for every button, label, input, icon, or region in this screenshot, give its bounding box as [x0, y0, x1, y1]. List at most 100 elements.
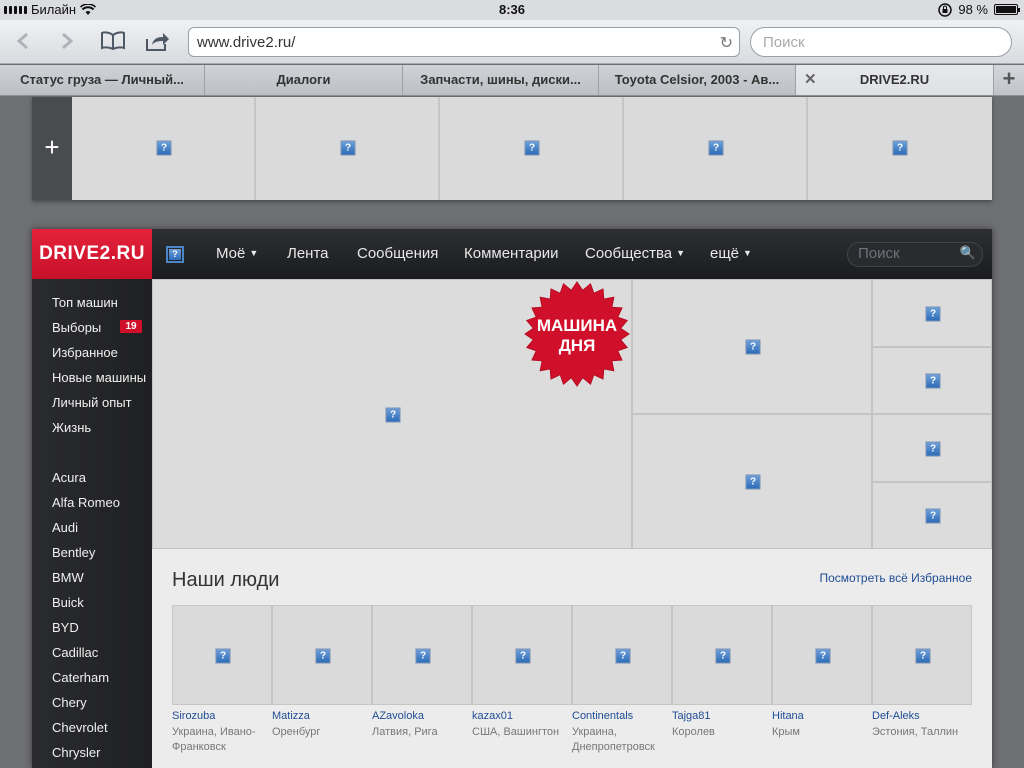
- broken-image-icon: ?: [925, 306, 941, 322]
- sidebar-item-favorites[interactable]: Избранное: [52, 345, 118, 360]
- nav-communities[interactable]: Сообщества ▼: [585, 245, 685, 262]
- back-button[interactable]: [8, 28, 38, 54]
- person-photo[interactable]: ?: [272, 605, 372, 705]
- person-location: Крым: [772, 726, 800, 738]
- forward-button[interactable]: [52, 28, 82, 54]
- sidebar-item-experience[interactable]: Личный опыт: [52, 395, 132, 410]
- banner-thumb[interactable]: ?: [256, 97, 440, 200]
- broken-image-icon: ?: [915, 648, 931, 664]
- site-search-input[interactable]: Поиск 🔍: [847, 242, 983, 267]
- person-name[interactable]: Tajga81: [672, 710, 711, 722]
- tab-label: Статус груза — Личный...: [20, 72, 184, 87]
- browser-toolbar: www.drive2.ru/ ↻ Поиск: [0, 20, 1024, 64]
- banner-thumb[interactable]: ?: [72, 97, 256, 200]
- site-page: DRIVE2.RU ? Моё ▼ Лента Сообщения Коммент…: [32, 229, 992, 768]
- tab-cargo-status[interactable]: Статус груза — Личный...: [0, 65, 205, 95]
- person-photo[interactable]: ?: [772, 605, 872, 705]
- featured-thumb[interactable]: ?: [872, 279, 992, 347]
- broken-image-icon: ?: [315, 648, 331, 664]
- tab-parts[interactable]: Запчасти, шины, диски...: [403, 65, 599, 95]
- person-location: Эстония, Таллин: [872, 726, 959, 738]
- brand-link[interactable]: Chrysler: [52, 745, 100, 760]
- brand-link[interactable]: Alfa Romeo: [52, 495, 120, 510]
- caret-down-icon: ▼: [676, 248, 686, 258]
- reload-icon[interactable]: ↻: [720, 33, 733, 53]
- sidebar-item-top-cars[interactable]: Топ машин: [52, 295, 118, 310]
- person-photo[interactable]: ?: [372, 605, 472, 705]
- person-name[interactable]: Def-Aleks: [872, 710, 920, 722]
- site-logo[interactable]: DRIVE2.RU: [32, 229, 152, 279]
- person-location: Украина, Ивано-Франковск: [172, 726, 256, 753]
- nav-feed[interactable]: Лента: [287, 245, 329, 262]
- person-photo[interactable]: ?: [172, 605, 272, 705]
- banner-thumb[interactable]: ?: [440, 97, 624, 200]
- tab-label: Toyota Celsior, 2003 - Ав...: [614, 72, 780, 87]
- broken-image-icon[interactable]: ?: [166, 246, 184, 263]
- sidebar-item-new-cars[interactable]: Новые машины: [52, 370, 146, 385]
- tab-toyota-celsior[interactable]: Toyota Celsior, 2003 - Ав...: [599, 65, 796, 95]
- featured-thumb[interactable]: ?: [872, 482, 992, 549]
- bookmarks-button[interactable]: [98, 28, 128, 54]
- url-text: www.drive2.ru/: [197, 34, 296, 51]
- address-field[interactable]: www.drive2.ru/ ↻: [188, 27, 740, 57]
- person-photo[interactable]: ?: [872, 605, 972, 705]
- site-header: DRIVE2.RU ? Моё ▼ Лента Сообщения Коммент…: [32, 229, 992, 279]
- nav-label: Лента: [287, 245, 329, 262]
- share-icon: [146, 33, 169, 51]
- search-icon[interactable]: 🔍: [960, 245, 976, 261]
- featured-thumb[interactable]: ?: [632, 414, 872, 549]
- featured-thumb[interactable]: ?: [872, 347, 992, 414]
- banner-thumb[interactable]: ?: [808, 97, 992, 200]
- banner-thumb[interactable]: ?: [624, 97, 808, 200]
- browser-search-field[interactable]: Поиск: [750, 27, 1012, 57]
- broken-image-icon: ?: [156, 140, 172, 156]
- tab-dialogs[interactable]: Диалоги: [205, 65, 403, 95]
- view-all-favorites-link[interactable]: Посмотреть всё Избранное: [819, 571, 972, 585]
- nav-label: Сообщения: [357, 245, 439, 262]
- brand-link[interactable]: Bentley: [52, 545, 95, 560]
- broken-image-icon: ?: [340, 140, 356, 156]
- brand-link[interactable]: Cadillac: [52, 645, 98, 660]
- elections-count-badge: 19: [120, 320, 142, 333]
- clock: 8:36: [498, 2, 526, 17]
- battery-icon: [994, 4, 1020, 15]
- nav-label: ещё: [710, 245, 740, 262]
- broken-image-icon: ?: [892, 140, 908, 156]
- nav-comments[interactable]: Комментарии: [464, 245, 558, 262]
- person-photo[interactable]: ?: [472, 605, 572, 705]
- brand-link[interactable]: Acura: [52, 470, 86, 485]
- person-name[interactable]: Continentals: [572, 710, 633, 722]
- brand-link[interactable]: BYD: [52, 620, 79, 635]
- caret-down-icon: ▼: [249, 248, 259, 258]
- nav-mine[interactable]: Моё ▼: [216, 245, 258, 262]
- featured-thumb[interactable]: ?: [632, 279, 872, 414]
- badge-line2: ДНЯ: [559, 336, 596, 355]
- share-button[interactable]: [142, 28, 172, 54]
- nav-more[interactable]: ещё ▼: [710, 245, 752, 262]
- person-name[interactable]: Hitana: [772, 710, 804, 722]
- person-name[interactable]: AZavoloka: [372, 710, 424, 722]
- close-tab-icon[interactable]: ✕: [804, 65, 817, 95]
- person-photo[interactable]: ?: [672, 605, 772, 705]
- person-name[interactable]: kazax01: [472, 710, 513, 722]
- brand-link[interactable]: Chevrolet: [52, 720, 108, 735]
- car-of-the-day-badge: МАШИНА ДНЯ: [524, 281, 630, 387]
- banner-add-button[interactable]: +: [32, 97, 72, 200]
- brand-link[interactable]: Chery: [52, 695, 87, 710]
- tab-drive2[interactable]: ✕ DRIVE2.RU: [796, 65, 994, 95]
- person-name[interactable]: Matizza: [272, 710, 310, 722]
- orientation-lock-icon: [938, 2, 953, 17]
- nav-messages[interactable]: Сообщения: [357, 245, 438, 262]
- person-name[interactable]: Sirozuba: [172, 710, 215, 722]
- featured-thumb[interactable]: ?: [872, 414, 992, 482]
- brand-link[interactable]: BMW: [52, 570, 84, 585]
- sidebar-item-elections[interactable]: Выборы: [52, 320, 101, 335]
- person-photo[interactable]: ?: [572, 605, 672, 705]
- brand-link[interactable]: Caterham: [52, 670, 109, 685]
- nav-label: Моё: [216, 245, 246, 262]
- sidebar-item-life[interactable]: Жизнь: [52, 420, 91, 435]
- new-tab-button[interactable]: +: [994, 65, 1024, 95]
- badge-line1: МАШИНА: [537, 316, 617, 335]
- brand-link[interactable]: Audi: [52, 520, 78, 535]
- brand-link[interactable]: Buick: [52, 595, 84, 610]
